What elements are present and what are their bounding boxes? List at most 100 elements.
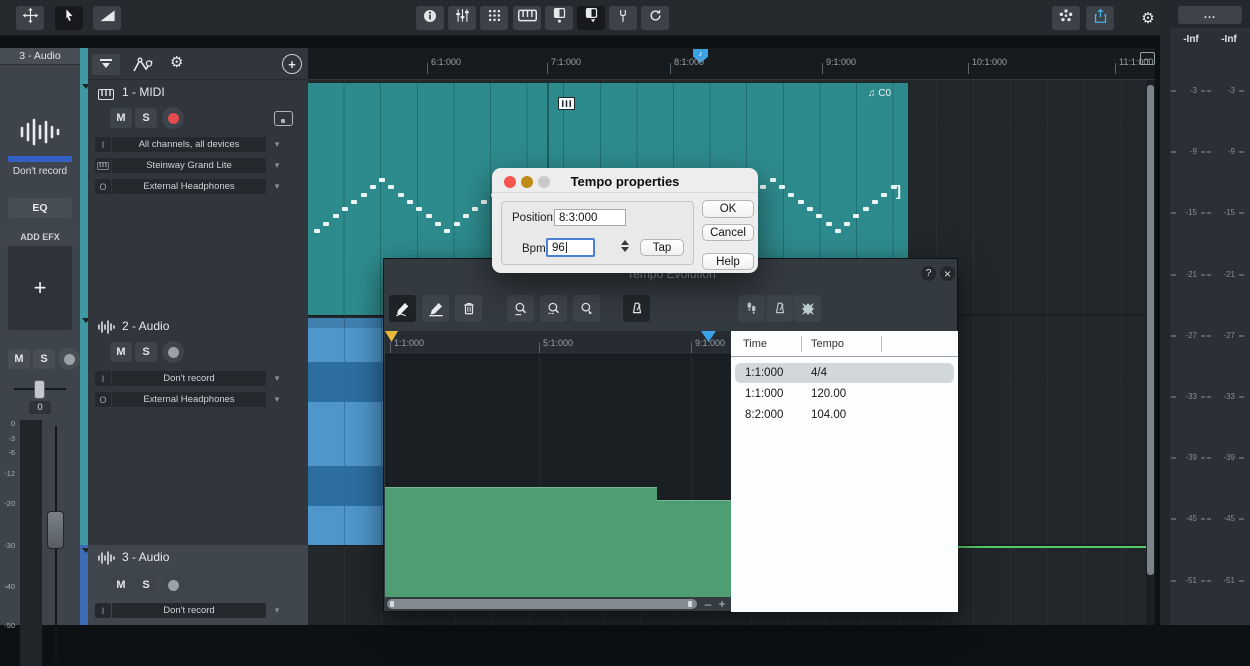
tempo-row-time: 8:2:000 <box>745 409 783 421</box>
audio-input-select[interactable]: Don't record <box>112 603 266 618</box>
metronome-settings-button[interactable] <box>766 295 793 322</box>
audio-clip[interactable] <box>308 318 383 545</box>
tempo-graph[interactable] <box>385 355 731 597</box>
mixer-button[interactable] <box>448 6 476 30</box>
tuner-button[interactable] <box>609 6 637 30</box>
close-icon[interactable]: × <box>940 266 955 281</box>
chevron-down-icon[interactable]: ▾ <box>270 603 284 618</box>
help-button[interactable]: Help <box>702 253 754 270</box>
track3-record-arm-button[interactable] <box>162 574 184 596</box>
meter-scale-label: -9 <box>1215 147 1235 156</box>
ok-button[interactable]: OK <box>702 200 754 218</box>
tempo-table-row[interactable]: 1:1:000120.00 <box>735 384 954 404</box>
tempo-table-row[interactable]: 1:1:0004/4 <box>735 363 954 383</box>
meter-tick-icon <box>1239 518 1244 520</box>
track-color-strip <box>80 48 88 625</box>
tempo-table[interactable]: Time Tempo 1:1:0004/41:1:000120.008:2:00… <box>731 331 958 612</box>
zoom-fit-button[interactable] <box>507 295 534 322</box>
track-title[interactable]: 1 - MIDI <box>122 85 165 99</box>
output-select[interactable]: External Headphones <box>112 179 266 194</box>
move-tool-button[interactable] <box>16 6 44 30</box>
tempo-evolution-window[interactable]: Tempo Evolution ? × 1:1:0005:1:0009:1:00… <box>383 258 958 612</box>
zoom-selection-button[interactable] <box>540 295 567 322</box>
tempo-ruler[interactable]: 1:1:0005:1:0009:1:000 <box>385 331 731 355</box>
bpm-input[interactable]: 96 <box>546 238 595 257</box>
tempo-table-row[interactable]: 8:2:000104.00 <box>735 405 954 425</box>
tempo-properties-dialog[interactable]: Tempo properties Position: 8:3:000 Bpm: … <box>492 168 758 273</box>
cancel-button[interactable]: Cancel <box>702 224 754 241</box>
track3-mute-button[interactable]: M <box>110 575 132 595</box>
meter-tick-icon <box>1171 396 1176 398</box>
track2-solo-button[interactable]: S <box>135 342 157 362</box>
settings-button[interactable]: ⚙ <box>1134 6 1162 30</box>
chevron-down-icon[interactable]: ▾ <box>270 179 284 194</box>
tap-button[interactable]: Tap <box>640 239 684 256</box>
zoom-out-button[interactable]: – <box>702 597 714 611</box>
addons-button[interactable] <box>1052 6 1080 30</box>
output-select[interactable]: External Headphones <box>112 392 266 407</box>
pads-button[interactable] <box>480 6 508 30</box>
bpm-stepper[interactable] <box>621 240 629 252</box>
position-input[interactable]: 8:3:000 <box>554 209 626 226</box>
meter-tick-icon <box>1239 580 1244 582</box>
automation-icon[interactable] <box>132 57 154 79</box>
share-button[interactable] <box>1086 6 1114 30</box>
vertical-scrollbar-handle[interactable] <box>1147 85 1154 575</box>
meter-tick-icon <box>1201 518 1205 520</box>
chevron-down-icon[interactable]: ▾ <box>270 392 284 407</box>
help-button[interactable]: ? <box>921 266 936 281</box>
arrow-tool-button[interactable] <box>55 6 83 30</box>
track1-solo-button[interactable]: S <box>135 108 157 128</box>
track-title[interactable]: 2 - Audio <box>122 319 169 333</box>
metronome-button[interactable] <box>623 295 650 322</box>
info-button[interactable] <box>416 6 444 30</box>
track2-record-arm-button[interactable] <box>162 341 184 363</box>
fade-icon <box>99 8 116 28</box>
record-dot-icon <box>168 580 179 591</box>
draw-tempo-button[interactable] <box>389 295 416 322</box>
track2-mute-button[interactable]: M <box>110 342 132 362</box>
track3-solo-button[interactable]: S <box>135 575 157 595</box>
delete-tempo-button[interactable] <box>455 295 482 322</box>
tempo-segment-120[interactable] <box>385 487 657 597</box>
main-ruler[interactable]: ♪ ↔ 6:1:0007:1:0008:1:0009:1:00010:1:000… <box>308 48 1155 80</box>
track1-mute-button[interactable]: M <box>110 108 132 128</box>
chevron-down-icon[interactable]: ▾ <box>270 137 284 152</box>
tempo-h-scrollbar[interactable] <box>387 599 697 609</box>
piano-roll-button[interactable] <box>545 6 573 30</box>
add-track-button[interactable]: + <box>282 54 302 74</box>
midi-note <box>798 200 804 204</box>
stepper-up-icon[interactable] <box>621 240 629 245</box>
piano-roll-view-icon[interactable] <box>274 111 293 126</box>
keyboard-button[interactable] <box>513 6 541 30</box>
gear-icon[interactable]: ⚙ <box>170 53 183 71</box>
zoom-in-button[interactable]: + <box>716 597 728 611</box>
track1-record-arm-button[interactable] <box>162 107 184 129</box>
tempo-ruler-tick-label: 5:1:000 <box>543 338 573 348</box>
chevron-down-icon[interactable]: ▾ <box>270 158 284 173</box>
meter-scale-label: -45 <box>1177 514 1197 523</box>
meter-scale-label: -39 <box>1215 453 1235 462</box>
vertical-scrollbar[interactable] <box>1146 80 1155 625</box>
track-card-2-audio[interactable]: 2 - Audio M S I Don't record ▾ O Externa… <box>88 315 308 545</box>
audio-input-select[interactable]: Don't record <box>112 371 266 386</box>
instrument-select[interactable]: Steinway Grand Lite <box>112 158 266 173</box>
volume-automation-line[interactable] <box>958 546 1146 548</box>
remove-all-button[interactable] <box>794 295 821 322</box>
collapse-tracks-button[interactable] <box>92 54 120 75</box>
fader-handle[interactable] <box>47 511 64 549</box>
fade-tool-button[interactable] <box>93 6 121 30</box>
stepper-down-icon[interactable] <box>621 247 629 252</box>
scrollbar-cap <box>688 601 692 607</box>
zoom-back-button[interactable] <box>573 295 600 322</box>
tap-steps-button[interactable] <box>738 295 765 322</box>
piano-roll-marker-button[interactable] <box>577 6 605 30</box>
sync-button[interactable] <box>641 6 669 30</box>
midi-input-select[interactable]: All channels, all devices <box>112 137 266 152</box>
chevron-down-icon[interactable]: ▾ <box>270 371 284 386</box>
track-card-3-audio[interactable]: 3 - Audio M S I Don't record ▾ <box>88 545 308 625</box>
track-title[interactable]: 3 - Audio <box>122 550 169 564</box>
track-card-1-midi[interactable]: 1 - MIDI M S I All channels, all devices… <box>88 80 308 315</box>
tempo-segment-104[interactable] <box>657 500 731 597</box>
line-tempo-button[interactable] <box>422 295 449 322</box>
